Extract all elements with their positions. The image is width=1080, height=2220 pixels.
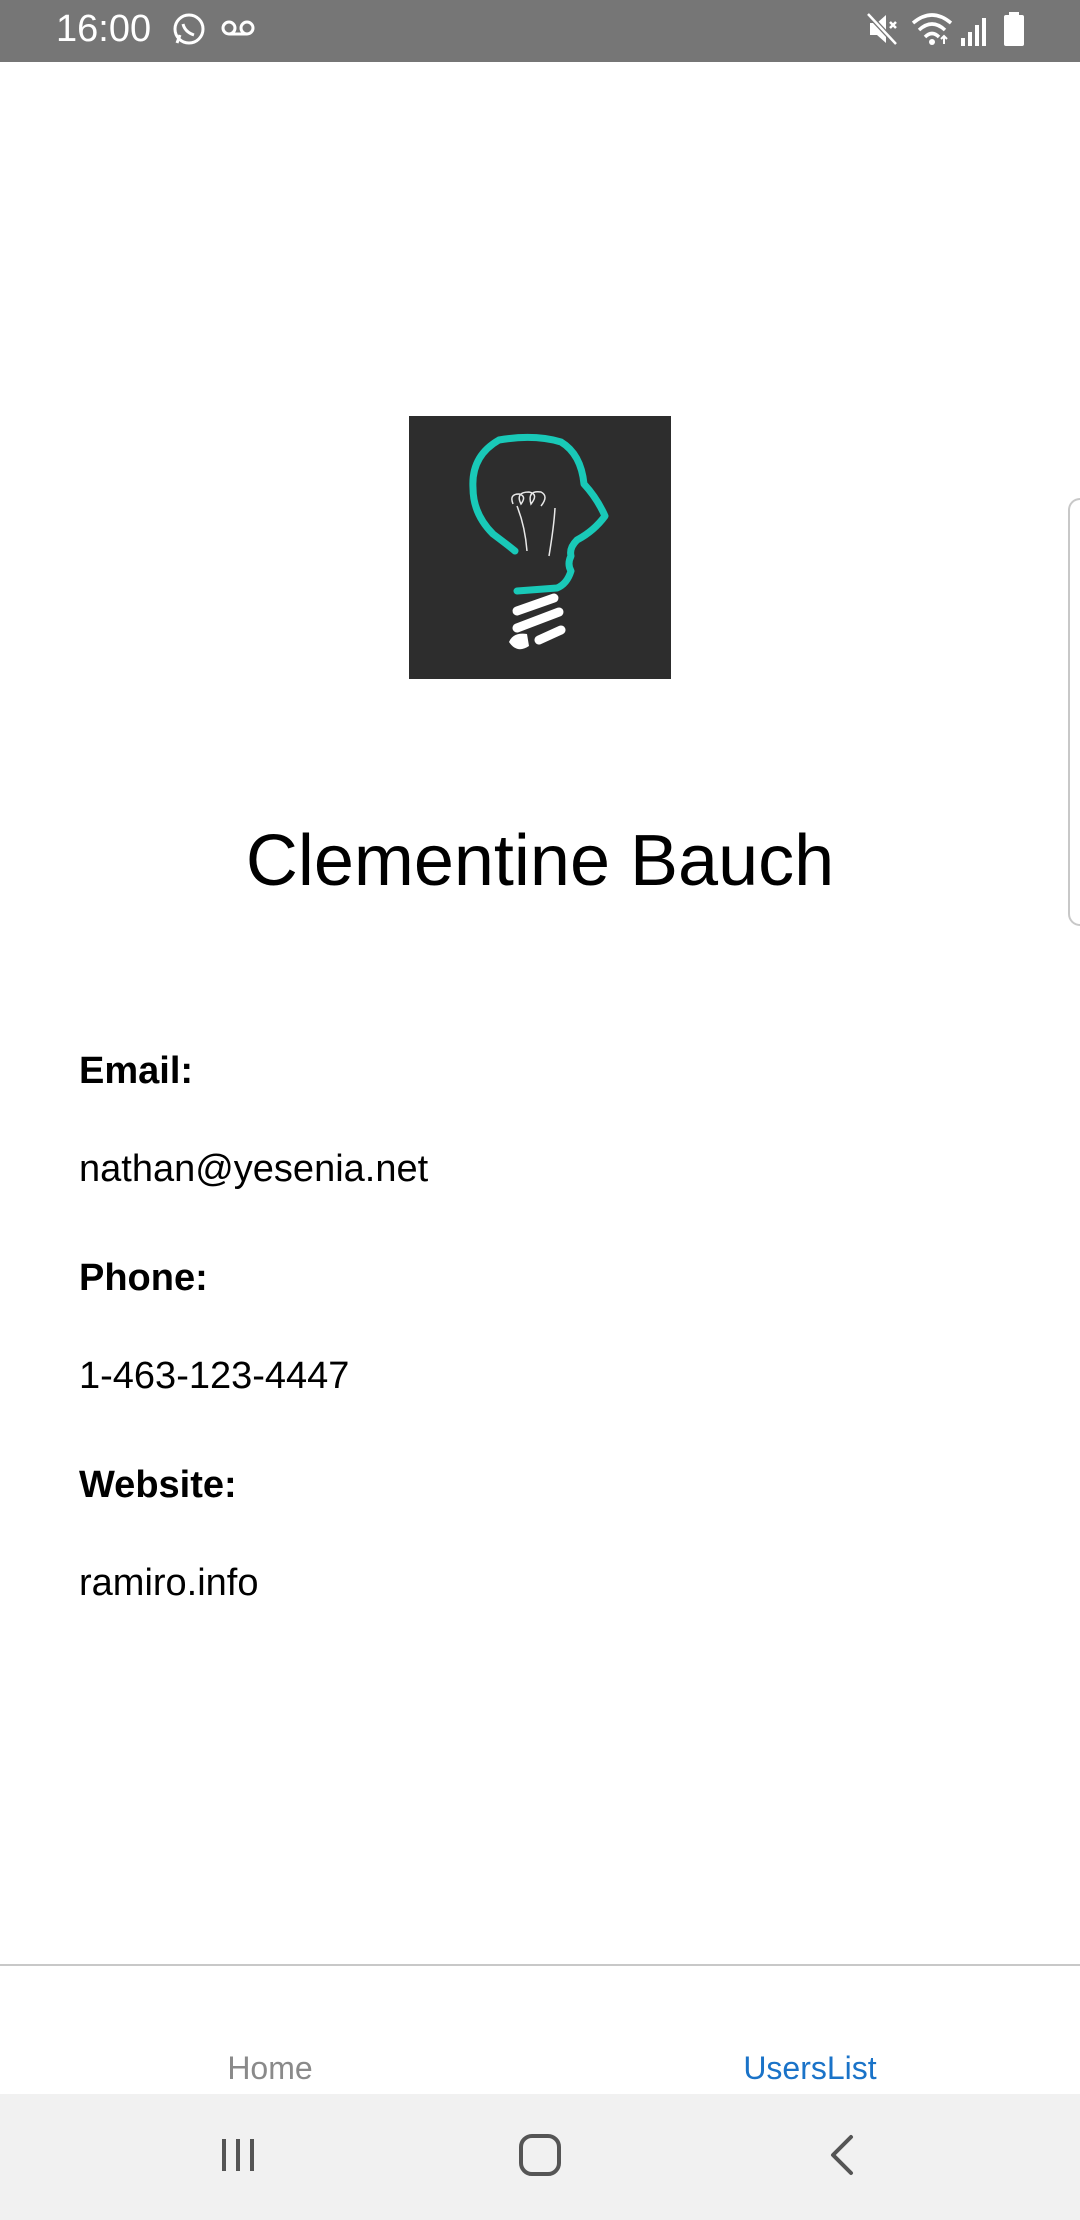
tab-bar-divider — [0, 1964, 1080, 1966]
back-button[interactable] — [802, 2124, 882, 2190]
back-icon — [827, 2133, 857, 2182]
wifi-icon — [910, 10, 954, 53]
voicemail-icon — [220, 16, 256, 45]
app-logo — [409, 416, 671, 679]
mute-icon — [866, 10, 900, 53]
recent-apps-icon — [218, 2135, 258, 2180]
tab-home[interactable]: Home — [0, 2050, 540, 2087]
website-label: Website: — [79, 1464, 237, 1506]
status-bar: 16:00 — [0, 0, 1080, 62]
phone-value: 1-463-123-4447 — [79, 1355, 350, 1397]
home-nav-button[interactable] — [500, 2124, 580, 2190]
phone-label: Phone: — [79, 1257, 208, 1299]
system-nav-bar — [0, 2094, 1080, 2220]
battery-icon — [1002, 10, 1026, 53]
whatsapp-icon — [170, 10, 208, 53]
email-value: nathan@yesenia.net — [79, 1148, 429, 1190]
website-value: ramiro.info — [79, 1562, 259, 1604]
email-label: Email: — [79, 1050, 194, 1092]
home-icon — [518, 2133, 562, 2182]
user-name-heading: Clementine Bauch — [245, 821, 835, 901]
edge-panel-handle[interactable] — [1068, 498, 1080, 926]
recent-apps-button[interactable] — [198, 2124, 278, 2190]
signal-icon — [960, 10, 992, 53]
tab-users-list[interactable]: UsersList — [540, 2050, 1080, 2087]
status-time: 16:00 — [56, 8, 152, 50]
